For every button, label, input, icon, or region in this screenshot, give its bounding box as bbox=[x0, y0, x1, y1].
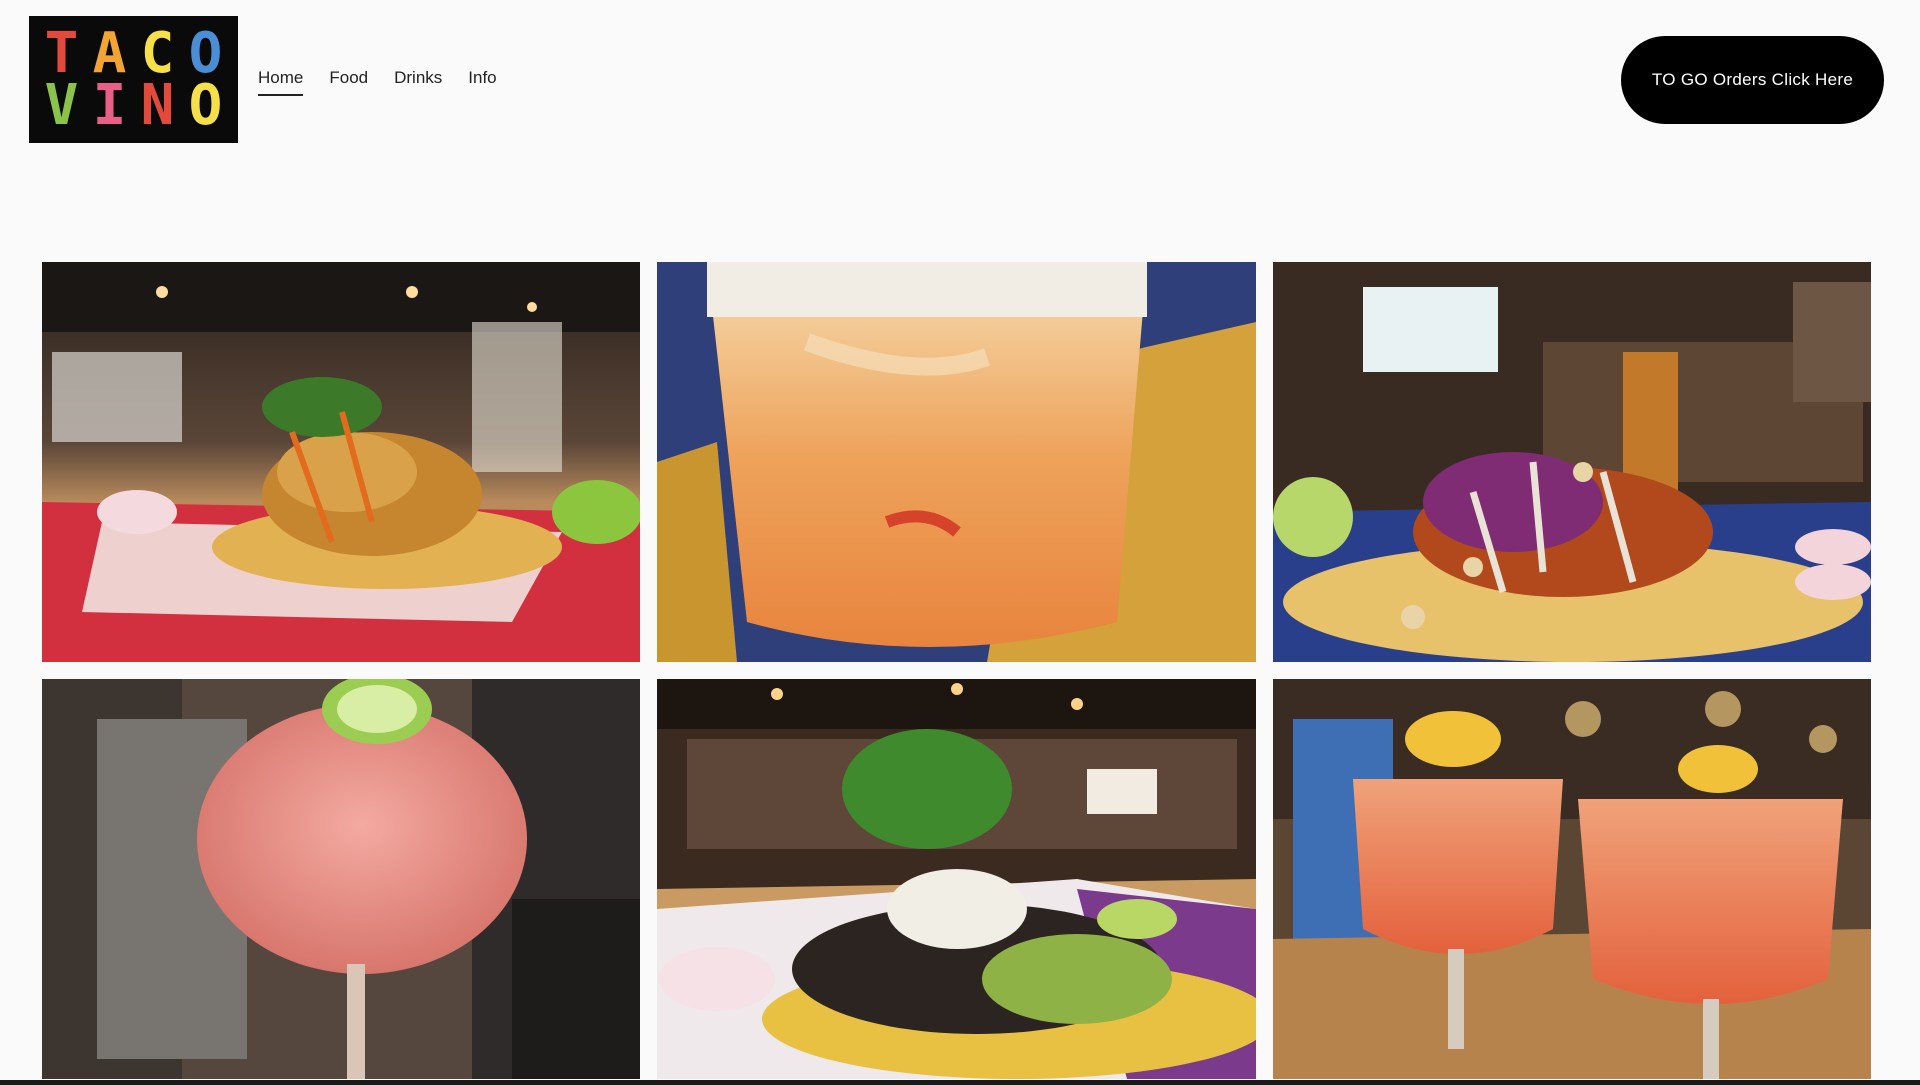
logo-letter: O bbox=[188, 20, 223, 86]
korean-taco-image bbox=[1273, 262, 1871, 662]
gallery-photo-korean-taco[interactable] bbox=[1273, 262, 1871, 662]
taco-vino-logo[interactable]: T A C O V I N O bbox=[29, 16, 238, 143]
gallery-photo-orange-cocktails[interactable] bbox=[1273, 679, 1871, 1079]
logo-row-top: T A C O bbox=[41, 20, 227, 86]
logo-letter: N bbox=[140, 72, 175, 138]
nav-item-food[interactable]: Food bbox=[329, 68, 368, 96]
to-go-orders-button[interactable]: TO GO Orders Click Here bbox=[1621, 36, 1884, 124]
logo-letter: V bbox=[44, 72, 79, 138]
logo-row-bottom: V I N O bbox=[41, 72, 227, 138]
nav-item-info[interactable]: Info bbox=[468, 68, 496, 96]
logo-letter: T bbox=[44, 20, 79, 86]
gallery-photo-margarita[interactable] bbox=[657, 262, 1256, 662]
gallery-photo-carne-taco[interactable] bbox=[657, 679, 1256, 1079]
photo-gallery bbox=[42, 262, 1872, 1079]
margarita-image bbox=[657, 262, 1256, 662]
nav-item-home[interactable]: Home bbox=[258, 68, 304, 96]
bottom-edge-bar bbox=[0, 1080, 1920, 1085]
gallery-photo-fried-taco[interactable] bbox=[42, 262, 640, 662]
logo-letter: O bbox=[188, 72, 223, 138]
logo-letter: C bbox=[140, 20, 175, 86]
orange-cocktails-image bbox=[1273, 679, 1871, 1079]
site-header: T A C O V I N O Home Food Drinks Info TO… bbox=[0, 0, 1920, 170]
logo-letter: I bbox=[92, 72, 127, 138]
carne-taco-image bbox=[657, 679, 1256, 1079]
fried-taco-image bbox=[42, 262, 640, 662]
nav-item-drinks[interactable]: Drinks bbox=[394, 68, 442, 96]
main-nav: Home Food Drinks Info bbox=[258, 68, 497, 96]
pink-cocktail-image bbox=[42, 679, 640, 1079]
gallery-photo-pink-cocktail[interactable] bbox=[42, 679, 640, 1079]
logo-letter: A bbox=[92, 20, 127, 86]
